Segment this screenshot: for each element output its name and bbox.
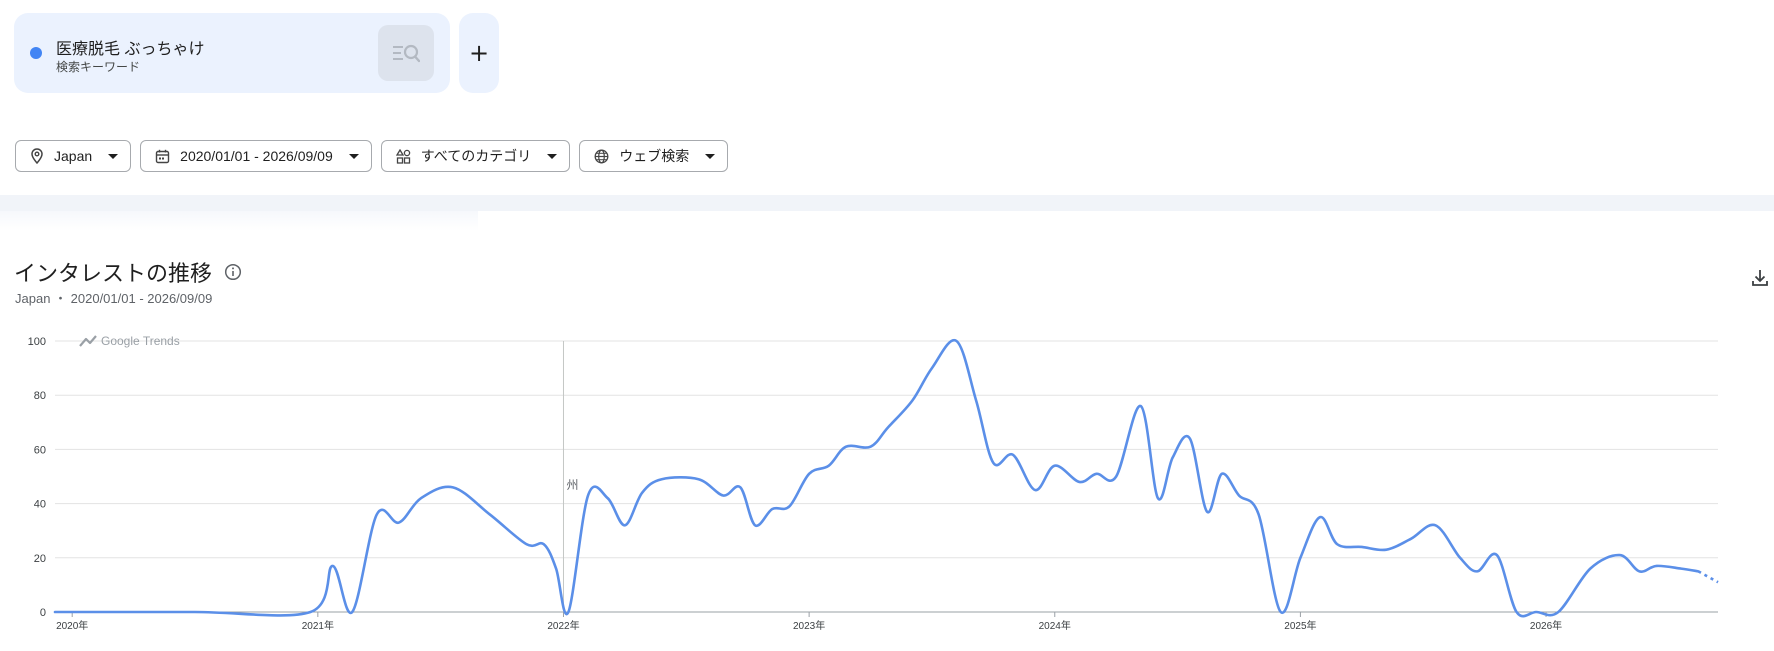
info-icon[interactable]	[224, 263, 242, 281]
chevron-down-icon	[348, 153, 359, 159]
filter-bar: Japan 2020/01/01 - 2026/09/09 すべてのカテゴリ ウ…	[15, 140, 729, 172]
chevron-down-icon	[547, 153, 558, 159]
search-list-icon	[393, 44, 420, 63]
filter-category-label: すべてのカテゴリ	[420, 148, 532, 164]
y-tick-label: 20	[34, 553, 46, 565]
x-tick-label: 2026年	[1530, 619, 1562, 632]
x-tick-label: 2021年	[302, 619, 334, 632]
filter-location[interactable]: Japan	[15, 140, 132, 172]
interest-over-time-chart: 0 20 40 60 80 100 2020年 2021年 2022年 2023年 2024年 202…	[28, 334, 1719, 632]
y-tick-label: 40	[34, 499, 46, 511]
plus-icon: +	[468, 39, 490, 67]
x-tick-label: 2024年	[1039, 619, 1071, 632]
location-pin-icon	[31, 148, 43, 164]
category-icon	[395, 148, 410, 164]
section-title: インタレストの推移	[14, 261, 213, 286]
y-tick-label: 0	[40, 607, 46, 619]
y-tick-label: 80	[34, 390, 46, 402]
globe-icon	[594, 149, 609, 163]
section-divider-fade	[0, 211, 478, 231]
annotation-label: 州	[566, 478, 578, 492]
chevron-down-icon	[108, 153, 119, 159]
filter-date-label: 2020/01/01 - 2026/09/09	[180, 148, 333, 164]
filter-category[interactable]: すべてのカテゴリ	[380, 140, 571, 172]
download-icon[interactable]	[1750, 268, 1770, 288]
series-line	[53, 338, 1700, 618]
term-color-dot	[30, 47, 42, 59]
x-tick-label: 2022年	[547, 619, 579, 632]
section-subtitle: Japan ・ 2020/01/01 - 2026/09/09	[15, 291, 213, 306]
chevron-down-icon	[705, 153, 716, 159]
term-type: 検索キーワード	[56, 60, 141, 74]
add-term-button[interactable]: +	[459, 13, 499, 93]
section-divider	[0, 195, 1774, 211]
y-tick-label: 60	[34, 444, 46, 456]
y-tick-label: 100	[28, 336, 46, 348]
filter-search-type-label: ウェブ検索	[619, 148, 690, 164]
calendar-icon	[155, 149, 170, 163]
filter-location-label: Japan	[54, 148, 93, 164]
search-term-card[interactable]: 医療脱毛 ぶっちゃけ 検索キーワード	[14, 13, 450, 93]
filter-search-type[interactable]: ウェブ検索	[579, 140, 729, 172]
x-tick-label: 2020年	[56, 619, 88, 632]
term-explore-button[interactable]	[378, 25, 434, 81]
x-tick-label: 2025年	[1284, 619, 1316, 632]
term-name: 医療脱毛 ぶっちゃけ	[56, 41, 205, 58]
x-tick-label: 2023年	[793, 619, 825, 632]
chart-watermark: Google Trends	[101, 334, 180, 348]
partial-data-line	[1697, 570, 1719, 584]
filter-date-range[interactable]: 2020/01/01 - 2026/09/09	[140, 140, 372, 172]
